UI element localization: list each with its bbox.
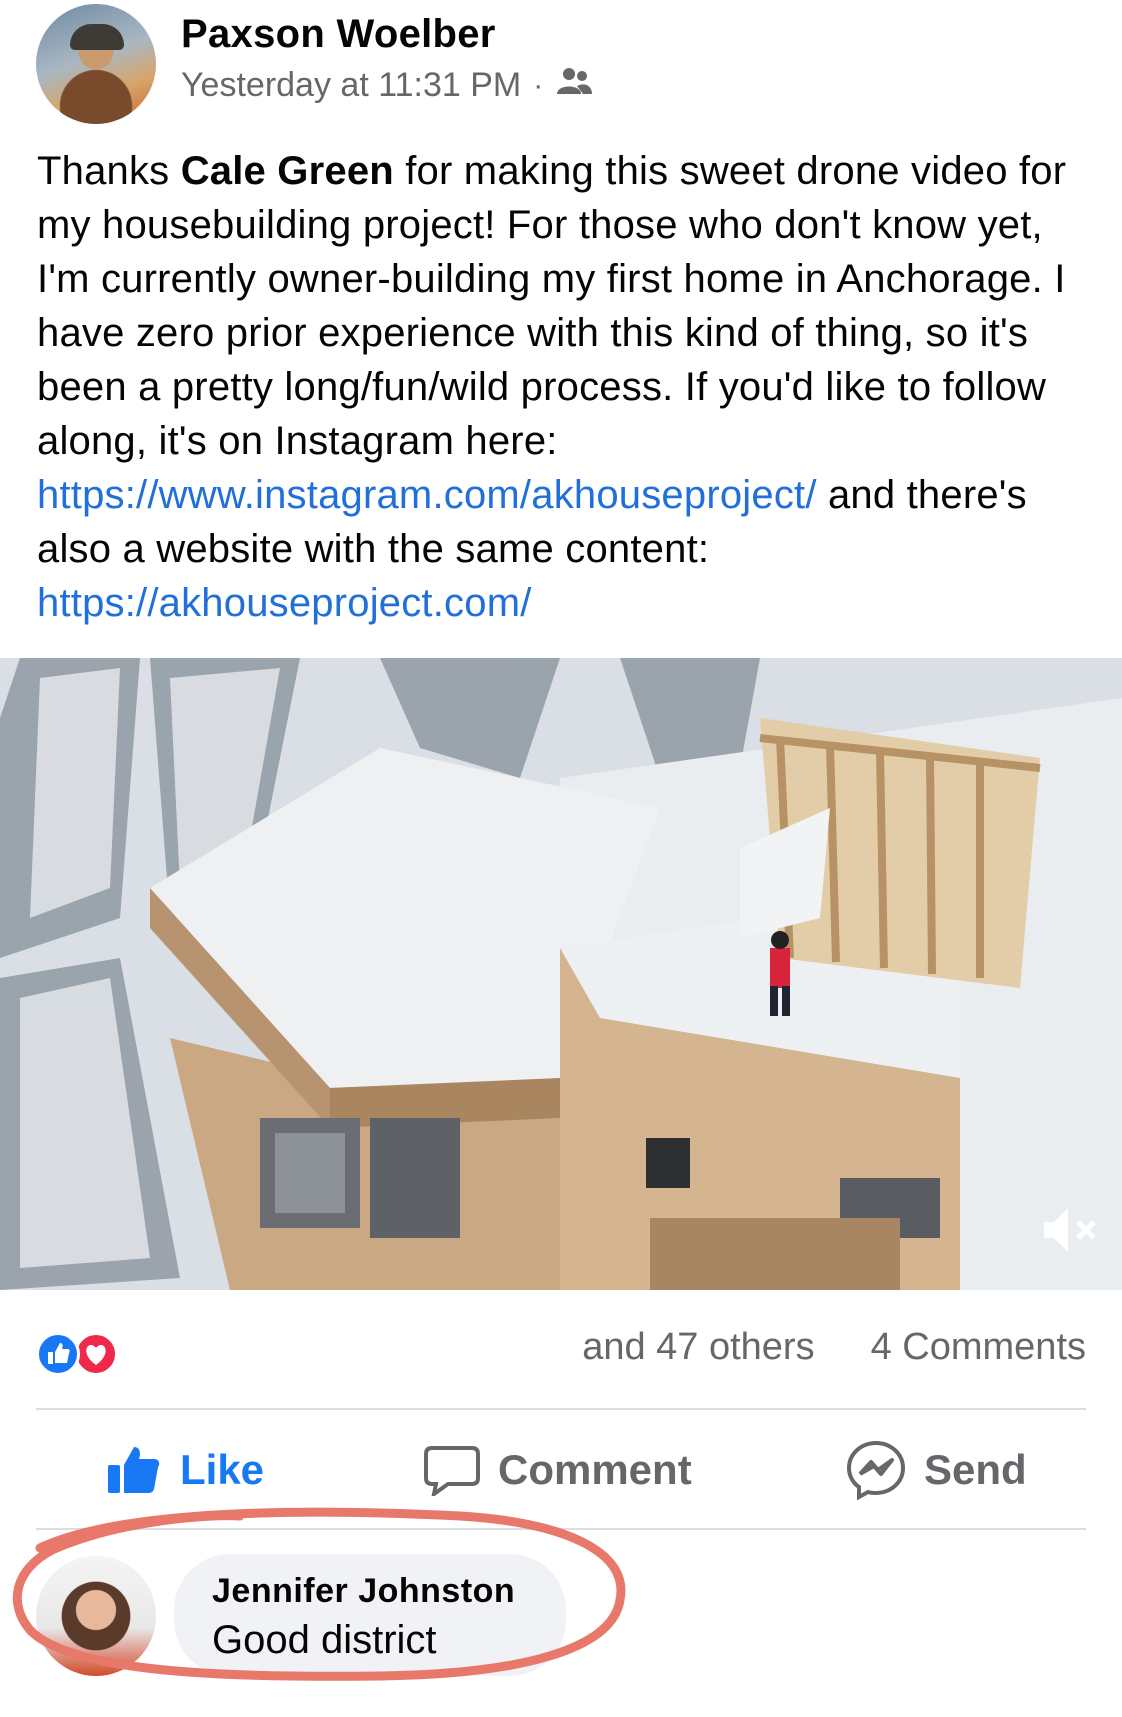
like-label: Like <box>180 1446 265 1493</box>
drone-video[interactable] <box>0 658 1122 1290</box>
post-meta: Yesterday at 11:31 PM · <box>181 66 593 105</box>
reaction-icons[interactable] <box>36 1332 132 1376</box>
post-body: Thanks Cale Green for making this sweet … <box>37 144 1097 630</box>
author-name[interactable]: Paxson Woelber <box>181 12 496 57</box>
comment-icon <box>424 1446 480 1496</box>
engagement-counts: and 47 others 4 Comments <box>582 1326 1086 1369</box>
tagged-user[interactable]: Cale Green <box>181 149 394 193</box>
comment: Jennifer Johnston Good district <box>0 1550 1122 1700</box>
commenter-avatar[interactable] <box>36 1556 156 1676</box>
comment-button[interactable]: Comment <box>424 1410 692 1530</box>
post-timestamp[interactable]: Yesterday at 11:31 PM <box>181 66 521 105</box>
website-link[interactable]: https://akhouseproject.com/ <box>37 581 532 625</box>
meta-separator: · <box>533 68 544 102</box>
friends-icon[interactable] <box>555 66 593 105</box>
comments-count[interactable]: 4 Comments <box>871 1326 1086 1369</box>
post-text-part: Thanks <box>37 149 181 193</box>
comment-label: Comment <box>498 1446 692 1493</box>
comment-text: Good district <box>212 1618 437 1662</box>
action-bar: Like Comment Send <box>0 1410 1122 1530</box>
mute-icon[interactable] <box>1040 1200 1100 1260</box>
like-button[interactable]: Like <box>106 1410 264 1530</box>
messenger-icon <box>846 1440 906 1500</box>
avatar-cap <box>70 24 124 50</box>
next-comment-partial <box>36 1700 1086 1717</box>
reactions-count[interactable]: and 47 others <box>582 1326 814 1369</box>
divider-bottom <box>36 1528 1086 1530</box>
love-reaction-icon <box>74 1332 118 1376</box>
commenter-name[interactable]: Jennifer Johnston <box>212 1572 515 1611</box>
video-frame <box>0 658 1122 1290</box>
send-button[interactable]: Send <box>846 1410 1027 1530</box>
like-icon <box>108 1447 160 1493</box>
instagram-link[interactable]: https://www.instagram.com/akhouseproject… <box>37 473 817 517</box>
like-reaction-icon <box>36 1332 80 1376</box>
author-avatar[interactable] <box>36 4 156 124</box>
send-label: Send <box>924 1446 1027 1493</box>
post-text-part: for making this sweet drone video for my… <box>37 149 1067 463</box>
